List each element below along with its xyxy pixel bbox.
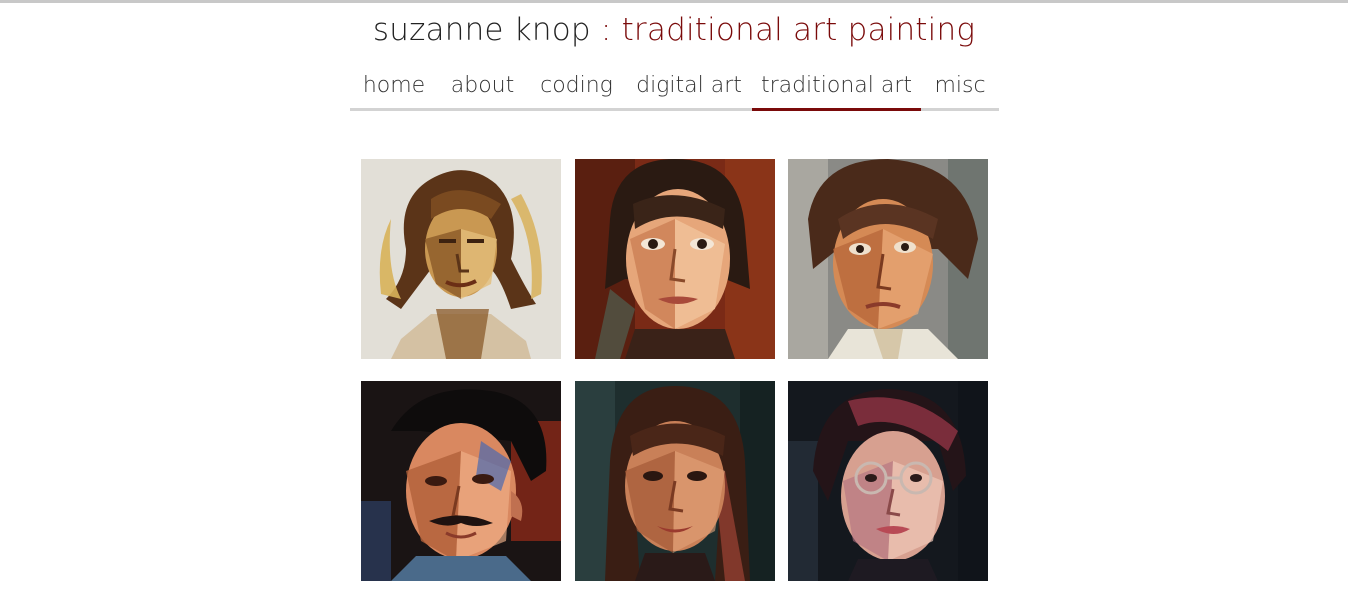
nav-item-traditional-art[interactable]: traditional art [752, 66, 921, 111]
main-nav: home about coding digital art traditiona… [350, 66, 999, 111]
title-subcategory: painting [837, 12, 976, 48]
browser-top-line [0, 0, 1348, 3]
nav-item-coding[interactable]: coding [527, 66, 626, 108]
painting-thumbnail[interactable] [575, 159, 775, 359]
site-name[interactable]: suzanne knop [373, 12, 591, 48]
nav-item-misc[interactable]: misc [921, 66, 999, 108]
portrait-painting-woman-long-hair-icon [575, 381, 775, 581]
portrait-painting-man-mustache-icon [361, 381, 561, 581]
painting-thumbnail[interactable] [788, 159, 988, 359]
nav-item-about[interactable]: about [438, 66, 527, 108]
painting-thumbnail[interactable] [575, 381, 775, 581]
painting-thumbnail[interactable] [361, 381, 561, 581]
title-category[interactable]: traditional art [622, 12, 838, 48]
page-title: suzanne knop : traditional art painting [0, 12, 1348, 48]
nav-item-home[interactable]: home [350, 66, 438, 108]
painting-thumbnail[interactable] [361, 159, 561, 359]
portrait-painting-ochre-woman-icon [361, 159, 561, 359]
title-separator: : [590, 12, 622, 48]
painting-thumbnail[interactable] [788, 381, 988, 581]
portrait-painting-woman-glasses-icon [788, 381, 988, 581]
portrait-painting-older-woman-icon [788, 159, 988, 359]
nav-item-digital-art[interactable]: digital art [626, 66, 752, 108]
portrait-painting-woman-red-background-icon [575, 159, 775, 359]
